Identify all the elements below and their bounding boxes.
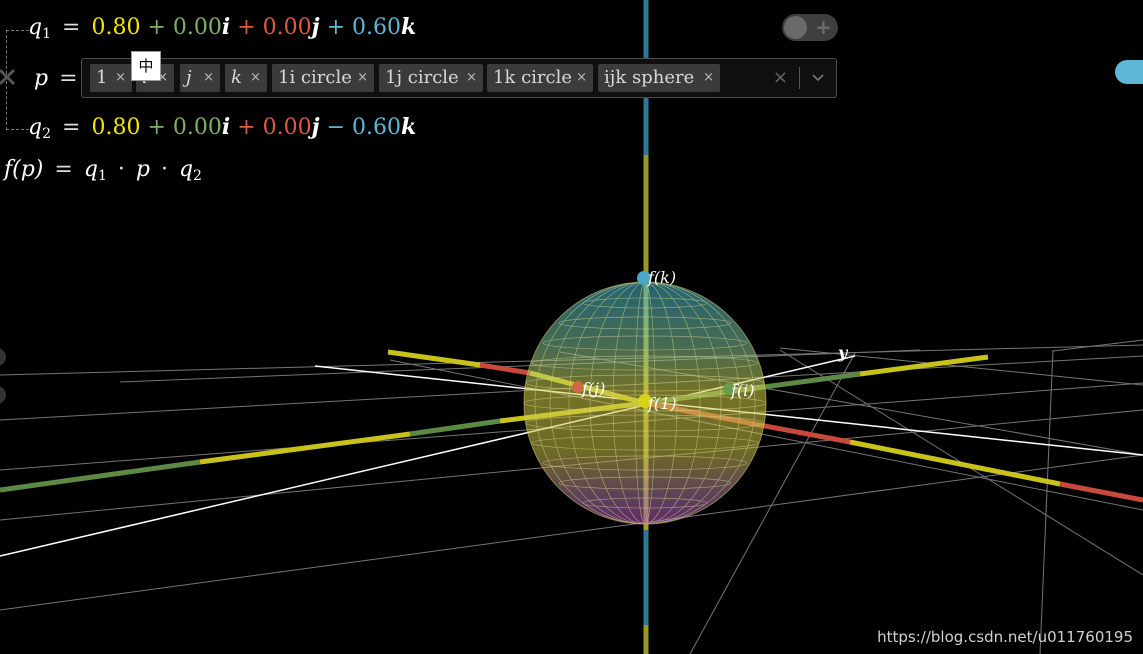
q1-j-value: 0.00 <box>262 15 312 40</box>
chip-remove-icon[interactable]: × <box>357 64 368 92</box>
q2-j-value: 0.00 <box>262 115 312 140</box>
label-fi: f(i) <box>731 381 755 400</box>
link-icon[interactable] <box>0 66 18 88</box>
chip-1k-circle[interactable]: 1k circle × <box>487 64 593 92</box>
q1-i-value: 0.00 <box>172 15 222 40</box>
plus-icon: + <box>815 15 832 39</box>
clear-all-icon[interactable]: × <box>773 67 788 88</box>
q1-w-value: 0.80 <box>91 15 141 40</box>
chip-ijk-sphere[interactable]: ijk sphere × <box>598 64 720 92</box>
chip-remove-icon[interactable]: × <box>250 64 261 92</box>
chip-j[interactable]: j × <box>180 64 220 92</box>
q2-k-value: 0.60 <box>352 115 402 140</box>
chip-remove-icon[interactable]: × <box>203 64 214 92</box>
chevron-down-icon[interactable] <box>808 65 828 91</box>
3d-scene-canvas[interactable] <box>0 0 1143 654</box>
chip-1j-circle[interactable]: 1j circle × <box>379 64 483 92</box>
chip-k[interactable]: k × <box>225 64 267 92</box>
chip-remove-icon[interactable]: × <box>466 64 477 92</box>
ime-indicator: 中 <box>131 51 161 81</box>
label-fj: f(j) <box>582 379 606 398</box>
axis-label-y: y <box>838 343 848 362</box>
q2-i-value: 0.00 <box>172 115 222 140</box>
label-f1: f(1) <box>648 394 677 413</box>
q2-w-value: 0.80 <box>91 115 141 140</box>
toggle-knob <box>784 16 807 39</box>
chip-remove-icon[interactable]: × <box>576 64 587 92</box>
q1-k-value: 0.60 <box>352 15 402 40</box>
watermark: https://blog.csdn.net/u011760195 <box>877 628 1133 646</box>
chip-1i-circle[interactable]: 1i circle × <box>272 64 374 92</box>
chip-remove-icon[interactable]: × <box>703 64 714 92</box>
circle-trace-ik <box>387 349 1143 503</box>
add-toggle[interactable]: + <box>782 14 838 41</box>
label-fk: f(k) <box>648 268 677 287</box>
circle-trace-jk <box>0 354 989 493</box>
separator <box>799 67 800 89</box>
p-label: p = <box>34 66 78 91</box>
chip-remove-icon[interactable]: × <box>115 64 126 92</box>
f-equation[interactable]: f(p) = q1 · p · q2 <box>4 157 202 184</box>
chip-1[interactable]: 1 × <box>90 64 132 92</box>
side-panel-tab[interactable] <box>1115 60 1143 84</box>
q2-equation[interactable]: q2 = 0.80 + 0.00i + 0.00j − 0.60k <box>28 114 416 142</box>
q1-equation[interactable]: q1 = 0.80 + 0.00i + 0.00j + 0.60k <box>28 14 416 42</box>
p-multiselect[interactable]: 1 × i × j × k × 1i circle × 1j circle × … <box>81 58 837 98</box>
